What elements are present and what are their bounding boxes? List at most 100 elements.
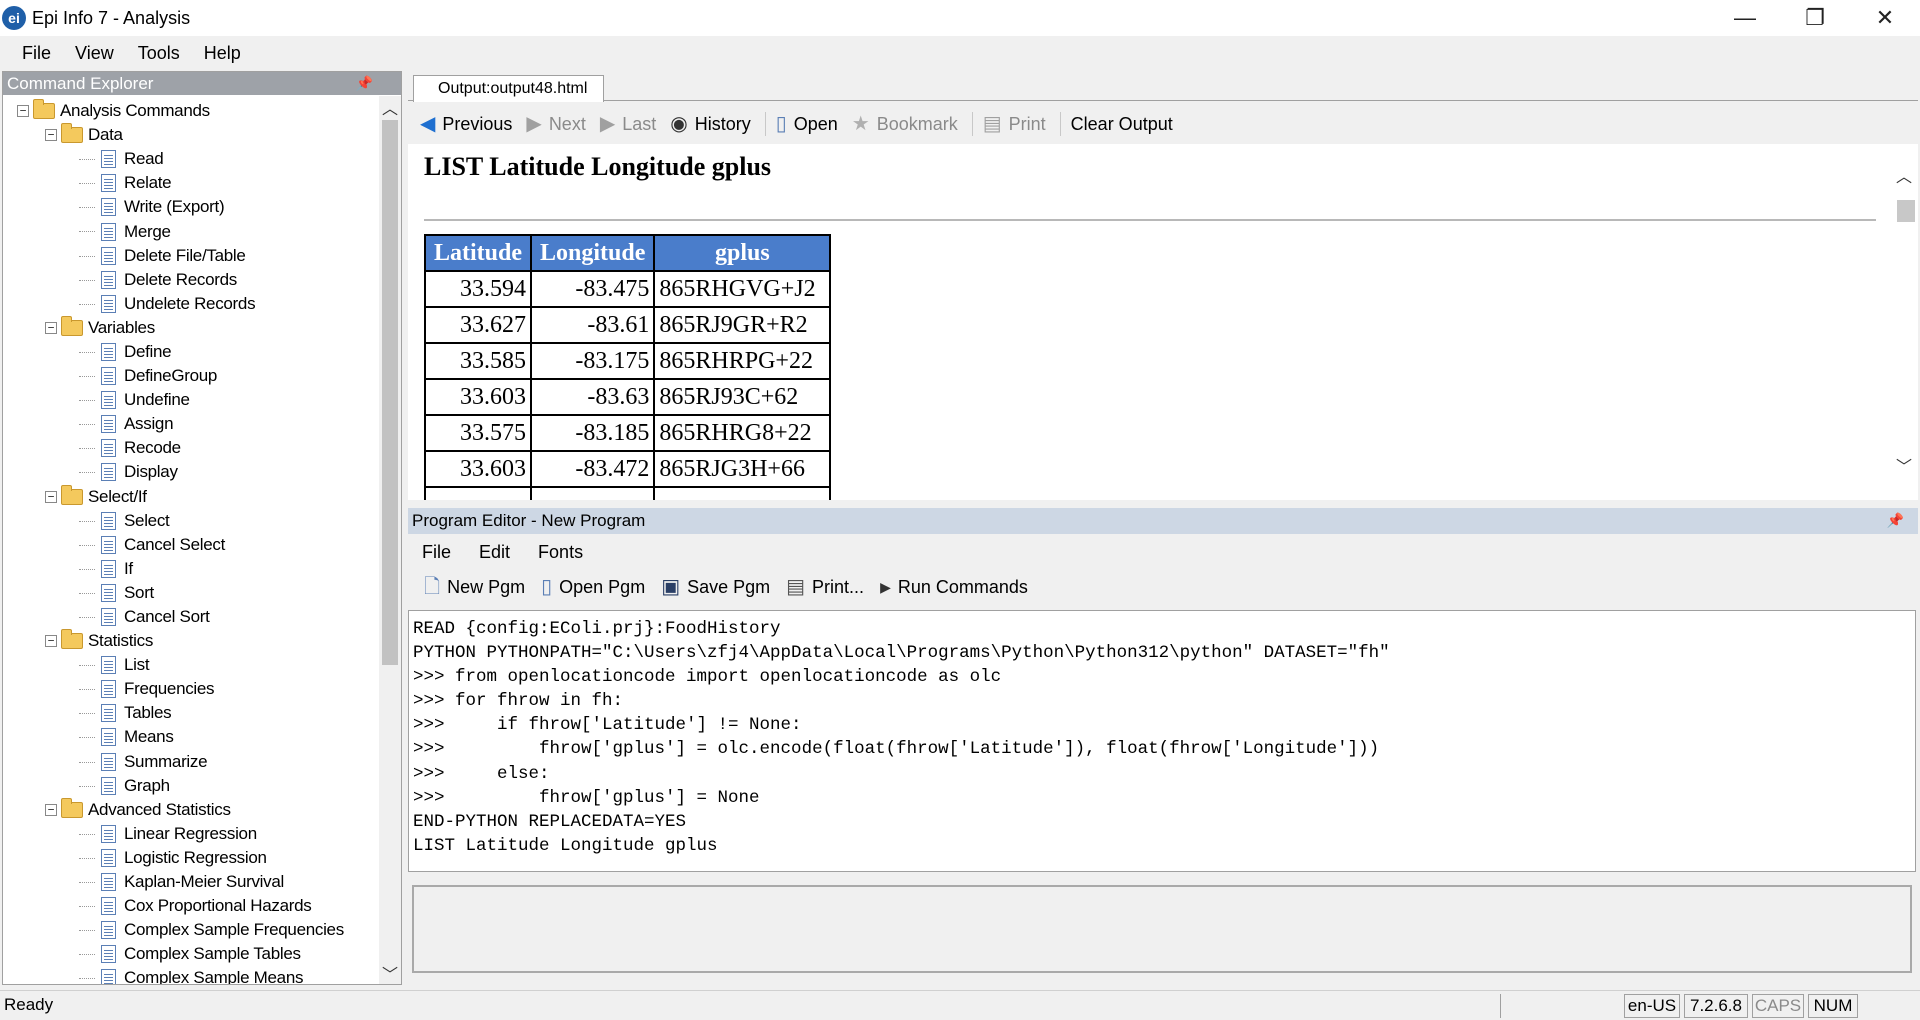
- next-button[interactable]: ▶ Next: [526, 114, 585, 135]
- tree-item[interactable]: Relate: [3, 171, 373, 195]
- pe-menu-edit[interactable]: Edit: [479, 542, 524, 563]
- code-line[interactable]: >>> if fhrow['Latitude'] != None:: [413, 713, 1911, 737]
- code-line[interactable]: >>> for fhrow in fh:: [413, 689, 1911, 713]
- menu-file[interactable]: File: [10, 43, 63, 64]
- menu-tools[interactable]: Tools: [126, 43, 192, 64]
- code-line[interactable]: READ {config:EColi.prj}:FoodHistory: [413, 617, 1911, 641]
- collapse-icon[interactable]: −: [45, 490, 57, 503]
- scroll-down-icon[interactable]: ﹀: [1893, 454, 1915, 476]
- tree-item[interactable]: Write (Export): [3, 195, 373, 219]
- command-document-icon: [101, 439, 116, 458]
- collapse-icon[interactable]: −: [17, 105, 29, 118]
- run-commands-button[interactable]: ▶ Run Commands: [880, 577, 1028, 598]
- folder-open-icon: [61, 315, 83, 336]
- tree-item[interactable]: Merge: [3, 219, 373, 243]
- tree-item[interactable]: Complex Sample Means: [3, 966, 373, 984]
- tree-item[interactable]: Complex Sample Tables: [3, 942, 373, 966]
- status-text: Ready: [4, 995, 54, 1014]
- menu-help[interactable]: Help: [192, 43, 253, 64]
- tree-item[interactable]: List: [3, 653, 373, 677]
- code-line[interactable]: LIST Latitude Longitude gplus: [413, 834, 1911, 858]
- history-button[interactable]: ◉ History: [670, 114, 750, 135]
- tree-item[interactable]: Define: [3, 340, 373, 364]
- previous-button[interactable]: ◀ Previous: [420, 114, 512, 135]
- tab-output[interactable]: Output:output48.html: [413, 75, 605, 102]
- tree-item[interactable]: Read: [3, 147, 373, 171]
- tree-item[interactable]: Means: [3, 725, 373, 749]
- tree-item[interactable]: Recode: [3, 436, 373, 460]
- bookmark-button[interactable]: ★ Bookmark: [852, 114, 958, 135]
- pe-menu-fonts[interactable]: Fonts: [538, 542, 597, 563]
- clear-output-button[interactable]: Clear Output: [1071, 114, 1173, 135]
- tree-item[interactable]: Display: [3, 460, 373, 484]
- new-pgm-button[interactable]: 🗋 New Pgm: [424, 577, 525, 598]
- tree-item[interactable]: If: [3, 557, 373, 581]
- print-button[interactable]: ▤ Print: [983, 114, 1046, 135]
- collapse-icon[interactable]: −: [45, 635, 57, 648]
- tree-item[interactable]: DefineGroup: [3, 364, 373, 388]
- scroll-thumb[interactable]: [382, 120, 398, 665]
- code-line[interactable]: >>> fhrow['gplus'] = None: [413, 786, 1911, 810]
- pin-icon[interactable]: 📌: [1887, 512, 1904, 529]
- command-document-icon: [101, 174, 116, 193]
- tree-folder[interactable]: − Analysis Commands: [3, 99, 373, 123]
- tree-item[interactable]: Tables: [3, 701, 373, 725]
- tree-item[interactable]: Linear Regression: [3, 822, 373, 846]
- tree-item[interactable]: Summarize: [3, 750, 373, 774]
- tree-item[interactable]: Frequencies: [3, 677, 373, 701]
- pe-menu-file[interactable]: File: [422, 542, 465, 563]
- code-line[interactable]: END-PYTHON REPLACEDATA=YES: [413, 810, 1911, 834]
- open-pgm-button[interactable]: ▯ Open Pgm: [541, 577, 645, 598]
- tree-folder[interactable]: − Variables: [3, 315, 373, 340]
- tree-item[interactable]: Logistic Regression: [3, 846, 373, 870]
- command-document-icon: [101, 463, 116, 482]
- minimize-button[interactable]: —: [1710, 0, 1780, 36]
- tree-item[interactable]: Graph: [3, 774, 373, 798]
- save-pgm-button[interactable]: ▣ Save Pgm: [661, 577, 770, 598]
- table-cell: [653, 486, 832, 500]
- code-line[interactable]: PYTHON PYTHONPATH="C:\Users\zfj4\AppData…: [413, 641, 1911, 665]
- tree-item[interactable]: Cancel Sort: [3, 605, 373, 629]
- restore-button[interactable]: ❐: [1780, 0, 1850, 36]
- tree-folder[interactable]: − Select/If: [3, 484, 373, 509]
- pin-icon[interactable]: 📌: [356, 75, 373, 92]
- tree-item[interactable]: Undefine: [3, 388, 373, 412]
- tree-folder[interactable]: − Data: [3, 123, 373, 147]
- open-button[interactable]: ▯ Open: [776, 114, 838, 135]
- scroll-up-icon[interactable]: ︿: [1893, 164, 1915, 186]
- tree-item[interactable]: Cox Proportional Hazards: [3, 894, 373, 918]
- scroll-thumb[interactable]: [1897, 200, 1915, 222]
- collapse-icon[interactable]: −: [45, 129, 57, 142]
- bookmark-label: Bookmark: [876, 113, 958, 134]
- tree-item[interactable]: Sort: [3, 581, 373, 605]
- menu-view[interactable]: View: [63, 43, 126, 64]
- tree-item[interactable]: Delete File/Table: [3, 244, 373, 268]
- explorer-scrollbar[interactable]: ︿ ﹀: [379, 96, 401, 984]
- collapse-icon[interactable]: −: [45, 803, 57, 816]
- tree-folder[interactable]: − Statistics: [3, 629, 373, 653]
- close-button[interactable]: ✕: [1850, 0, 1920, 36]
- code-line[interactable]: >>> from openlocationcode import openloc…: [413, 665, 1911, 689]
- tree-item[interactable]: Delete Records: [3, 268, 373, 292]
- code-line[interactable]: >>> fhrow['gplus'] = olc.encode(float(fh…: [413, 737, 1911, 761]
- program-output-pane[interactable]: [412, 885, 1912, 973]
- tree-item[interactable]: Assign: [3, 412, 373, 436]
- tree-item[interactable]: Kaplan-Meier Survival: [3, 870, 373, 894]
- program-code-editor[interactable]: READ {config:EColi.prj}:FoodHistory PYTHO…: [408, 610, 1916, 872]
- tree-item[interactable]: Undelete Records: [3, 292, 373, 316]
- tree-item[interactable]: Cancel Select: [3, 533, 373, 557]
- print-pgm-button[interactable]: ▤ Print...: [786, 577, 864, 598]
- tree-folder[interactable]: − Advanced Statistics: [3, 797, 373, 822]
- output-scrollbar[interactable]: ︿ ﹀: [1893, 144, 1918, 500]
- code-line[interactable]: >>> else:: [413, 762, 1911, 786]
- command-document-icon: [101, 367, 116, 386]
- tree-item-label: Kaplan-Meier Survival: [124, 872, 284, 892]
- command-document-icon: [101, 824, 116, 843]
- tree-item[interactable]: Complex Sample Frequencies: [3, 918, 373, 942]
- collapse-icon[interactable]: −: [45, 321, 57, 334]
- last-button[interactable]: ▶ Last: [600, 114, 656, 135]
- tree-item[interactable]: Select: [3, 509, 373, 533]
- scroll-up-icon[interactable]: ︿: [379, 96, 401, 118]
- scroll-down-icon[interactable]: ﹀: [379, 962, 401, 984]
- command-document-icon: [101, 656, 116, 675]
